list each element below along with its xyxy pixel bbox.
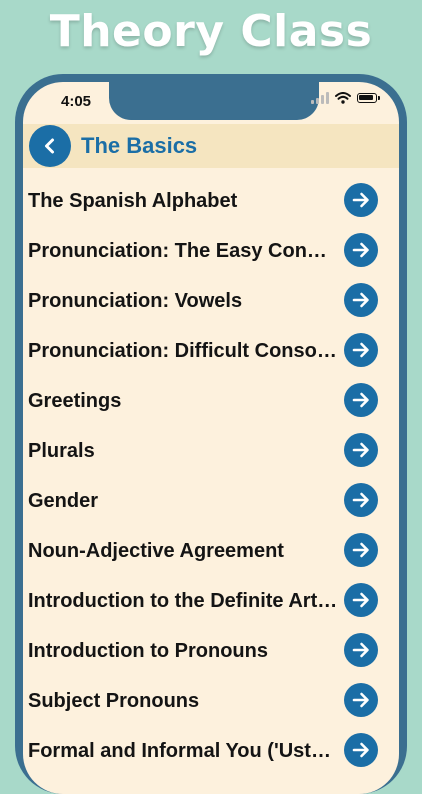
arrow-right-icon — [352, 392, 369, 408]
lesson-row[interactable]: Pronunciation: Vowels — [23, 276, 399, 326]
page-title: The Basics — [81, 133, 198, 158]
lesson-label: Introduction to the Definite Articles — [28, 589, 338, 612]
open-lesson-button[interactable] — [344, 633, 378, 667]
lesson-label: Gender — [28, 489, 99, 512]
status-icons — [311, 92, 380, 104]
lesson-label: Subject Pronouns — [28, 689, 200, 712]
lesson-row[interactable]: The Spanish Alphabet — [23, 176, 399, 226]
lesson-row[interactable]: Introduction to the Definite Articles — [23, 576, 399, 626]
nav-header: The Basics — [23, 124, 399, 168]
back-button[interactable] — [29, 125, 71, 167]
lesson-label: Greetings — [28, 389, 122, 412]
arrow-right-icon — [352, 342, 369, 358]
lesson-row[interactable]: Subject Pronouns — [23, 676, 399, 726]
arrow-right-icon — [352, 492, 369, 508]
device-notch — [109, 82, 319, 120]
open-lesson-button[interactable] — [344, 383, 378, 417]
lesson-label: Plurals — [28, 439, 95, 462]
open-lesson-button[interactable] — [344, 683, 378, 717]
arrow-right-icon — [352, 592, 369, 608]
lesson-label: The Spanish Alphabet — [28, 189, 238, 212]
open-lesson-button[interactable] — [344, 583, 378, 617]
open-lesson-button[interactable] — [344, 283, 378, 317]
arrow-right-icon — [352, 542, 369, 558]
arrow-right-icon — [352, 642, 369, 658]
arrow-right-icon — [352, 742, 369, 758]
open-lesson-button[interactable] — [344, 433, 378, 467]
arrow-right-icon — [352, 192, 369, 208]
lesson-label: Formal and Informal You ('Usted' and 'Tú… — [28, 739, 338, 762]
open-lesson-button[interactable] — [344, 733, 378, 767]
open-lesson-button[interactable] — [344, 533, 378, 567]
app-screen: 4:05 The Basics The Spanish Alphabet Pro… — [23, 82, 399, 794]
wifi-icon — [335, 92, 351, 104]
lesson-label: Pronunciation: Difficult Consonants — [28, 339, 338, 362]
status-time: 4:05 — [61, 93, 92, 110]
open-lesson-button[interactable] — [344, 233, 378, 267]
lesson-label: Pronunciation: The Easy Consonants — [28, 239, 338, 262]
lesson-label: Noun-Adjective Agreement — [28, 539, 284, 562]
lesson-row[interactable]: Noun-Adjective Agreement — [23, 526, 399, 576]
arrow-right-icon — [352, 242, 369, 258]
lesson-label: Pronunciation: Vowels — [28, 289, 243, 312]
lesson-row[interactable]: Pronunciation: Difficult Consonants — [23, 326, 399, 376]
lesson-label: Introduction to Pronouns — [28, 639, 268, 662]
lesson-row[interactable]: Plurals — [23, 426, 399, 476]
banner-title: Theory Class — [49, 6, 373, 57]
lesson-row[interactable]: Gender — [23, 476, 399, 526]
arrow-right-icon — [352, 292, 369, 308]
arrow-right-icon — [352, 692, 369, 708]
phone-frame: 4:05 The Basics The Spanish Alphabet Pro… — [15, 74, 407, 794]
arrow-right-icon — [352, 442, 369, 458]
lesson-row[interactable]: Formal and Informal You ('Usted' and 'Tú… — [23, 726, 399, 776]
chevron-left-icon — [45, 138, 54, 154]
lesson-row[interactable]: Greetings — [23, 376, 399, 426]
battery-icon — [357, 93, 380, 103]
lesson-row[interactable]: Pronunciation: The Easy Consonants — [23, 226, 399, 276]
open-lesson-button[interactable] — [344, 333, 378, 367]
lesson-list: The Spanish Alphabet Pronunciation: The … — [23, 176, 399, 776]
open-lesson-button[interactable] — [344, 183, 378, 217]
lesson-row[interactable]: Introduction to Pronouns — [23, 626, 399, 676]
signal-icon — [311, 92, 329, 104]
open-lesson-button[interactable] — [344, 483, 378, 517]
